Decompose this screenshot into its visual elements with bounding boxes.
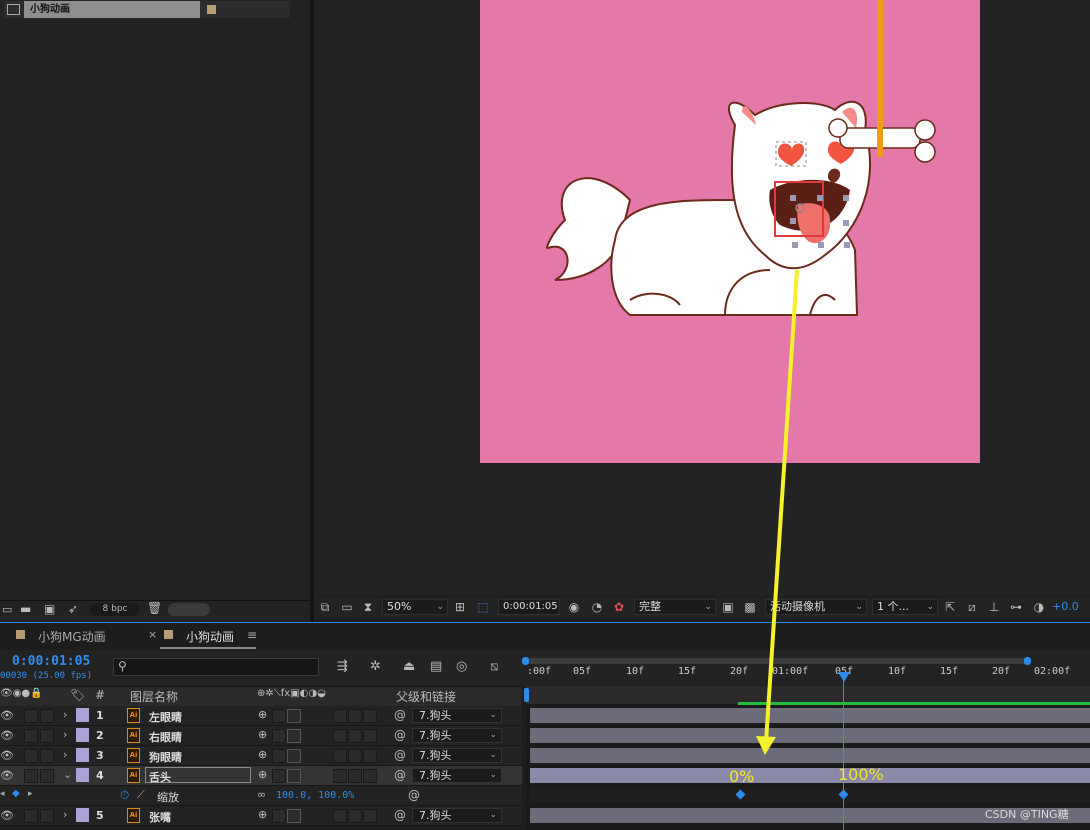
annotation-arrow (756, 269, 799, 755)
watermark: CSDN @TING糖 (985, 808, 1069, 821)
